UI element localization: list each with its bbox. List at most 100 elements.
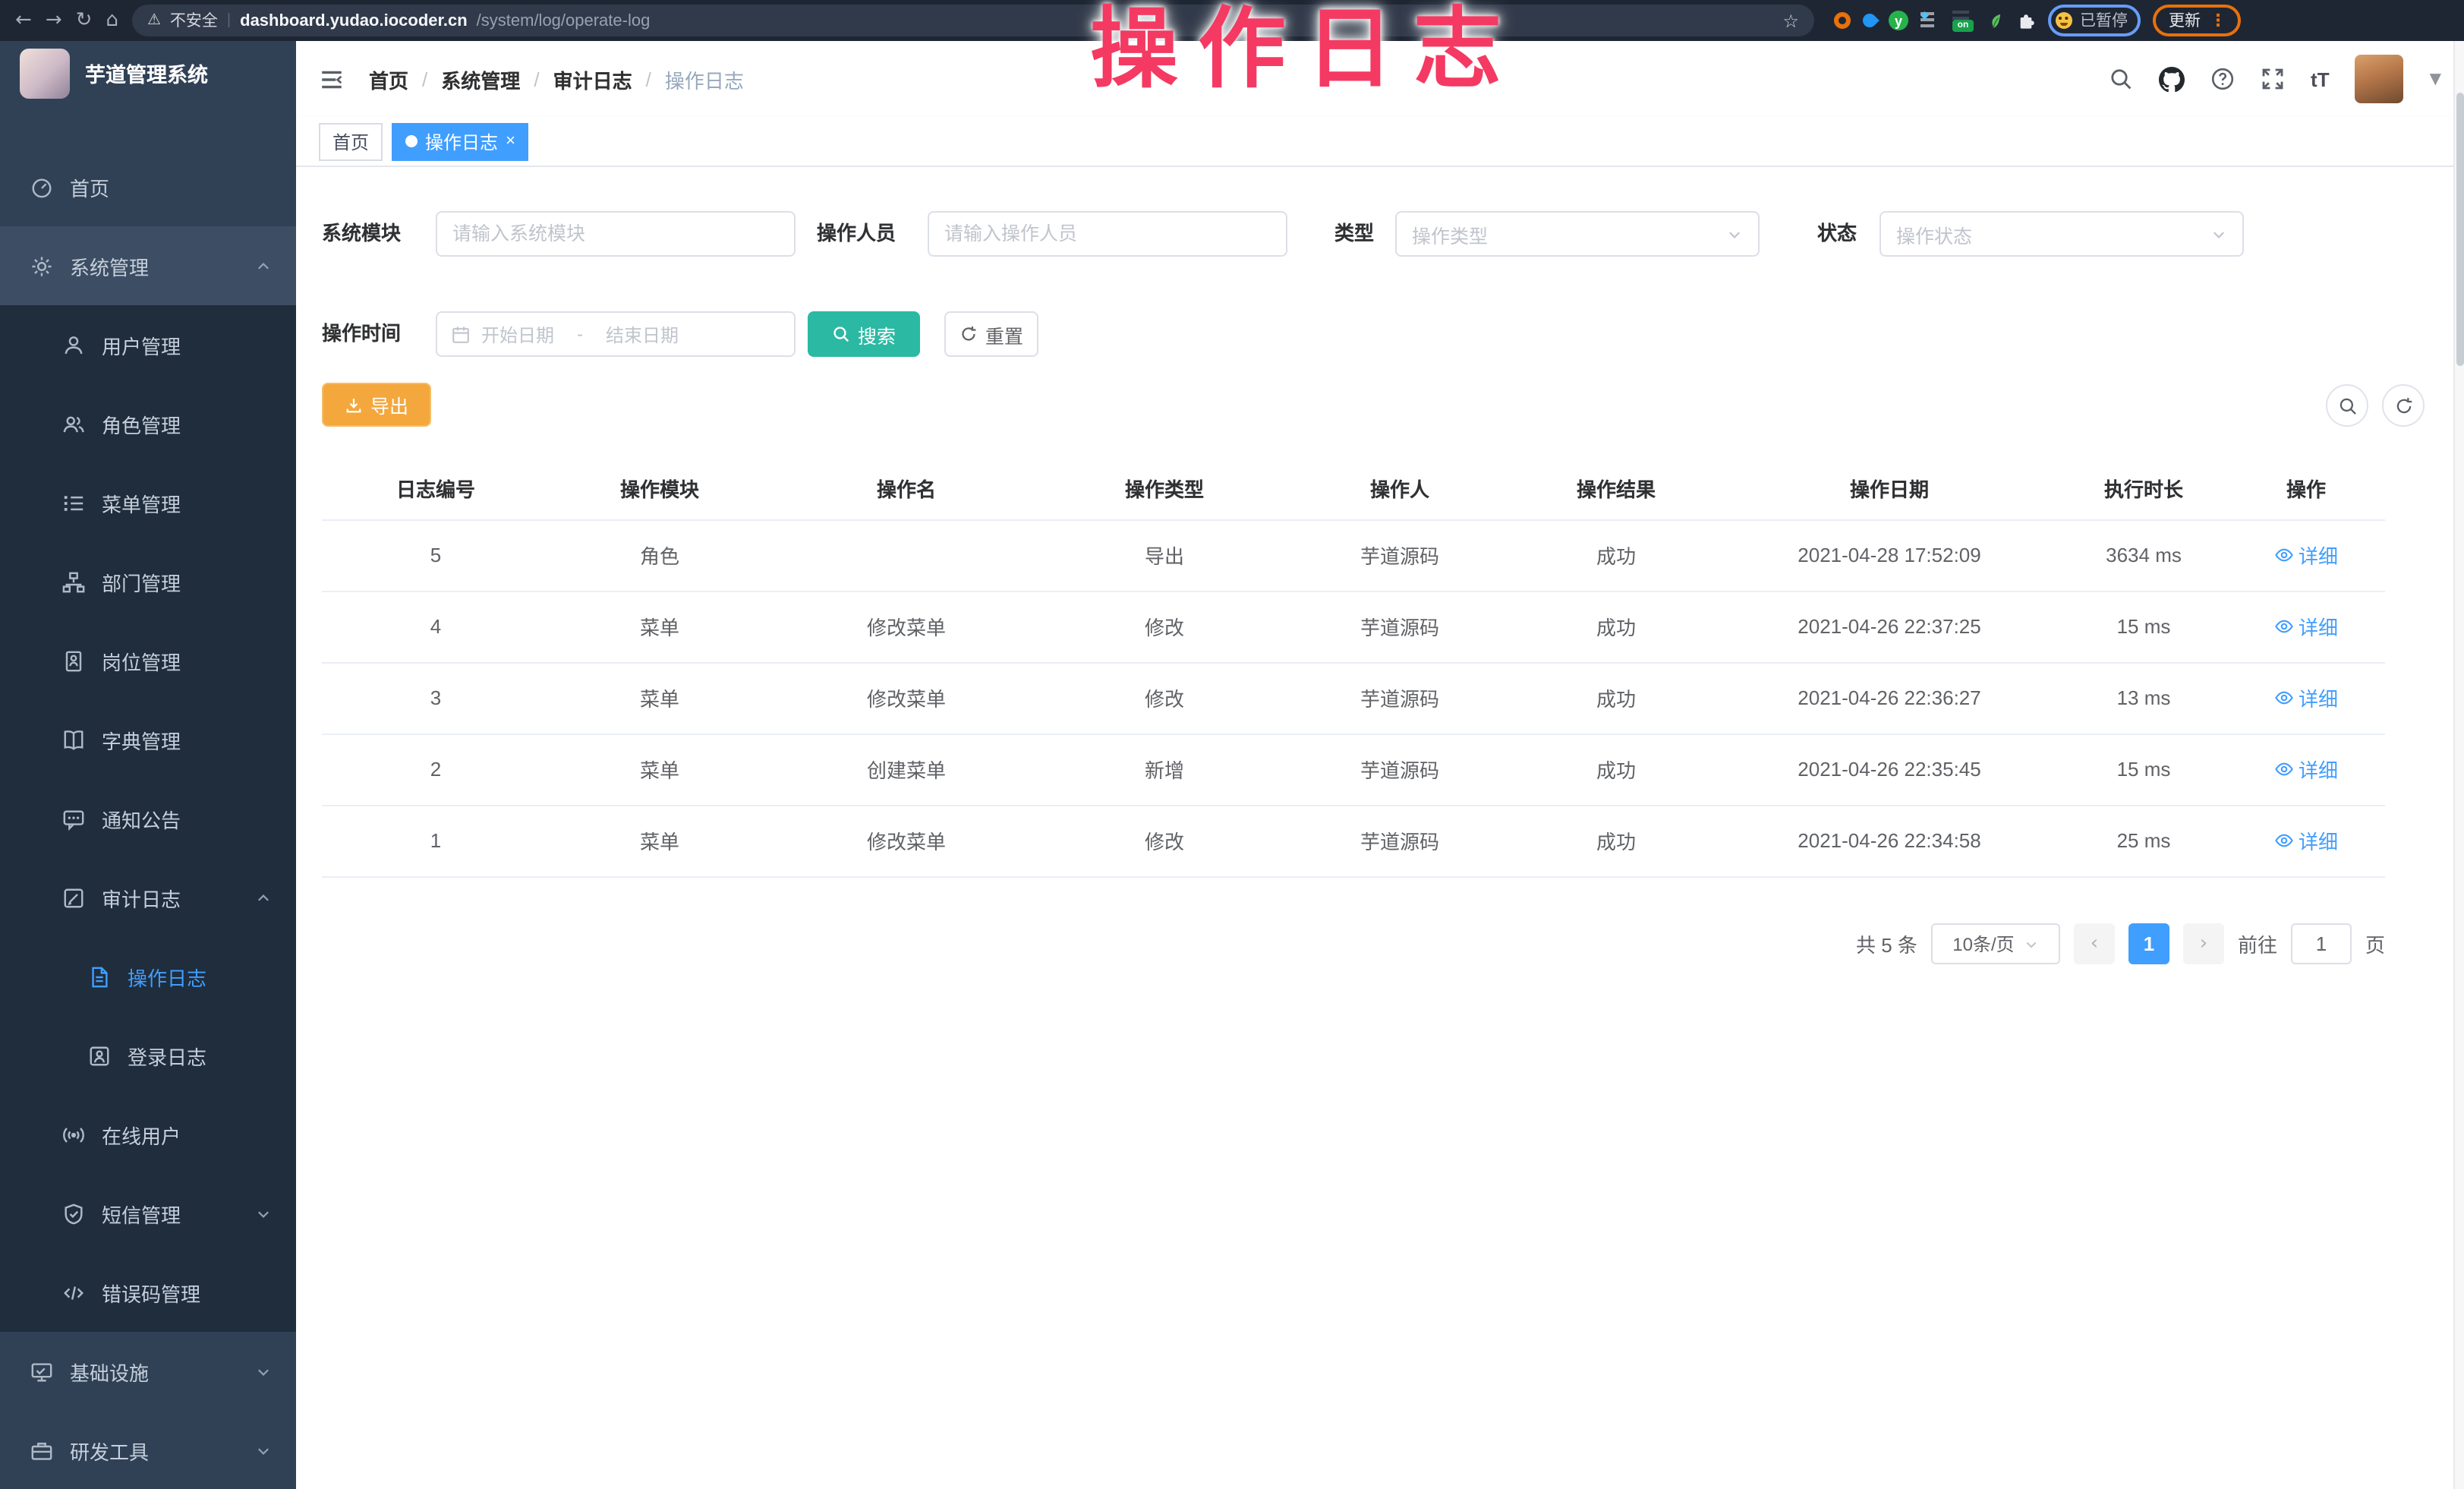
export-button-label: 导出	[370, 390, 408, 419]
browser-update-button[interactable]: 更新 ⋮	[2154, 5, 2242, 36]
cell-duration: 13 ms	[2060, 662, 2227, 733]
detail-link[interactable]: 详细	[2274, 612, 2338, 641]
sidebar-item-label: 岗位管理	[102, 646, 181, 675]
browser-back-icon[interactable]: ←	[15, 11, 32, 30]
breadcrumb-audit-log[interactable]: 审计日志	[553, 65, 632, 93]
avatar[interactable]	[2355, 55, 2404, 103]
sidebar-item-dev-tools[interactable]: 研发工具	[0, 1411, 296, 1489]
avatar-caret-icon[interactable]: ▼	[2430, 71, 2441, 87]
sidebar-item-operate-log[interactable]: 操作日志	[0, 937, 296, 1016]
detail-link[interactable]: 详细	[2274, 826, 2338, 855]
main-area: 首页 / 系统管理 / 审计日志 / 操作日志 tT ▼	[296, 41, 2464, 1489]
extension-y-icon[interactable]: y	[1889, 11, 1908, 30]
tag-close-icon[interactable]: ×	[506, 132, 515, 150]
extension-leaf-icon[interactable]	[1984, 11, 2004, 30]
current-page-button[interactable]: 1	[2128, 923, 2169, 964]
type-select[interactable]: 操作类型	[1395, 211, 1760, 257]
cell-date: 2021-04-26 22:34:58	[1719, 805, 2060, 876]
status-select[interactable]: 操作状态	[1880, 211, 2244, 257]
refresh-table-button[interactable]	[2382, 384, 2425, 427]
help-icon[interactable]	[2210, 67, 2235, 91]
search-icon[interactable]	[2109, 67, 2133, 91]
eye-icon	[2274, 831, 2294, 850]
date-range-picker[interactable]: 开始日期 - 结束日期	[436, 311, 796, 357]
goto-unit-label: 页	[2365, 929, 2385, 958]
reset-button[interactable]: 重置	[944, 311, 1038, 357]
cell-date: 2021-04-26 22:36:27	[1719, 662, 2060, 733]
sidebar-item-label: 登录日志	[128, 1041, 206, 1070]
breadcrumb-system[interactable]: 系统管理	[441, 65, 520, 93]
extension-puzzle-icon[interactable]	[2016, 11, 2036, 30]
app-title: 芋道管理系统	[85, 58, 208, 88]
detail-link[interactable]: 详细	[2274, 683, 2338, 712]
detail-link[interactable]: 详细	[2274, 541, 2338, 569]
page-scrollbar[interactable]	[2453, 41, 2464, 1489]
tag-home[interactable]: 首页	[319, 122, 383, 160]
fullscreen-icon[interactable]	[2261, 67, 2285, 91]
scrollbar-thumb[interactable]	[2456, 93, 2464, 366]
refresh-icon	[959, 325, 978, 343]
sidebar-item-label: 首页	[70, 172, 109, 201]
col-header-duration: 执行时长	[2060, 459, 2227, 519]
next-page-button[interactable]: ›	[2183, 923, 2224, 964]
goto-page-input[interactable]	[2291, 923, 2352, 964]
navbar-actions: tT ▼	[2109, 55, 2441, 103]
address-bar[interactable]: ⚠ 不安全 | dashboard.yudao.iocoder.cn/syste…	[132, 5, 1814, 36]
sidebar-item-infrastructure[interactable]: 基础设施	[0, 1332, 296, 1411]
sidebar-item-notices[interactable]: 通知公告	[0, 779, 296, 858]
security-label[interactable]: 不安全	[170, 9, 218, 32]
sidebar-logo-row[interactable]: 芋道管理系统	[0, 41, 296, 105]
search-button[interactable]: 搜索	[808, 311, 920, 357]
browser-reload-icon[interactable]: ↻	[76, 11, 93, 30]
sidebar-item-error-codes[interactable]: 错误码管理	[0, 1253, 296, 1332]
hamburger-icon[interactable]	[319, 66, 345, 92]
breadcrumb-home[interactable]: 首页	[369, 65, 408, 93]
sidebar-item-home[interactable]: 首页	[0, 147, 296, 226]
detail-link[interactable]: 详细	[2274, 755, 2338, 784]
cell-result: 成功	[1514, 519, 1719, 591]
extension-tabs-icon[interactable]: ◆	[1920, 11, 1940, 30]
sidebar-item-online-users[interactable]: 在线用户	[0, 1095, 296, 1174]
tag-operate-log[interactable]: 操作日志 ×	[392, 122, 529, 160]
sidebar-item-system[interactable]: 系统管理	[0, 226, 296, 305]
table-header-row: 日志编号 操作模块 操作名 操作类型 操作人 操作结果 操作日期 执行时长 操作	[322, 459, 2385, 519]
sidebar-item-posts[interactable]: 岗位管理	[0, 621, 296, 700]
col-header-result: 操作结果	[1514, 459, 1719, 519]
cell-name: 创建菜单	[770, 733, 1043, 805]
github-icon[interactable]	[2159, 66, 2185, 92]
module-input[interactable]	[436, 211, 796, 257]
eye-icon	[2274, 759, 2294, 779]
browser-home-icon[interactable]: ⌂	[106, 11, 118, 30]
page-size-select[interactable]: 10条/页	[1931, 923, 2060, 964]
extension-drop-icon[interactable]	[1860, 11, 1879, 30]
browser-forward-icon[interactable]: →	[46, 11, 62, 30]
url-host[interactable]: dashboard.yudao.iocoder.cn	[240, 11, 468, 30]
sidebar-item-audit-log[interactable]: 审计日志	[0, 858, 296, 937]
search-icon	[832, 325, 850, 343]
sidebar-item-login-log[interactable]: 登录日志	[0, 1016, 296, 1095]
col-header-actions: 操作	[2227, 459, 2385, 519]
browser-menu-icon[interactable]: ⋮	[2210, 11, 2226, 30]
sidebar-item-roles[interactable]: 角色管理	[0, 384, 296, 463]
font-size-icon[interactable]: tT	[2311, 68, 2330, 90]
extension-switch-icon[interactable]: on	[1952, 11, 1972, 30]
toggle-search-button[interactable]	[2326, 384, 2368, 427]
book-icon	[62, 728, 85, 751]
extension-ring-icon[interactable]	[1834, 12, 1851, 29]
sidebar-item-sms[interactable]: 短信管理	[0, 1174, 296, 1253]
sidebar-item-users[interactable]: 用户管理	[0, 305, 296, 384]
sidebar-item-menus[interactable]: 菜单管理	[0, 463, 296, 542]
cell-name	[770, 519, 1043, 591]
export-button[interactable]: 导出	[322, 383, 431, 427]
cell-log-id: 3	[322, 662, 550, 733]
url-path[interactable]: /system/log/operate-log	[477, 11, 651, 30]
tag-label: 操作日志	[425, 128, 498, 154]
operator-input[interactable]	[928, 211, 1287, 257]
sidebar-item-dictionaries[interactable]: 字典管理	[0, 700, 296, 779]
sidebar-item-departments[interactable]: 部门管理	[0, 542, 296, 621]
sidebar-item-label: 角色管理	[102, 409, 181, 438]
extension-paused-badge[interactable]: 已暂停	[2048, 5, 2141, 36]
bookmark-star-icon[interactable]: ☆	[1782, 10, 1799, 31]
prev-page-button[interactable]: ‹	[2074, 923, 2115, 964]
cell-name: 修改菜单	[770, 591, 1043, 662]
